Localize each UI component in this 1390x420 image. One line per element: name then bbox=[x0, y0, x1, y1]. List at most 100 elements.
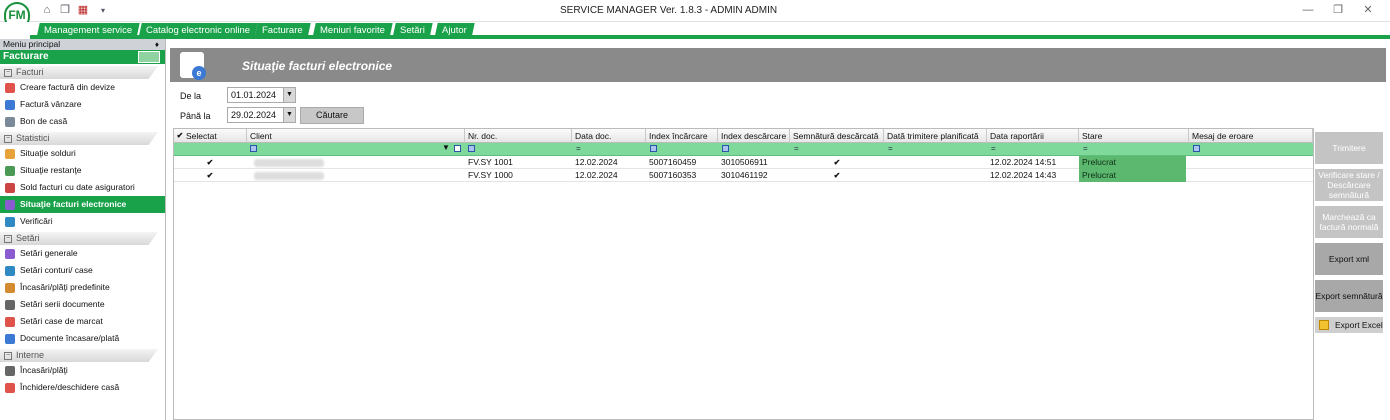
facturare-icon bbox=[138, 51, 160, 63]
row-checkbox[interactable]: ✔ bbox=[206, 159, 214, 167]
sidebar-group[interactable]: − Interne bbox=[0, 349, 165, 362]
copy-icon[interactable]: ❐ bbox=[58, 4, 72, 17]
col-semnatura[interactable]: Semnătură descărcată bbox=[790, 129, 884, 143]
collapse-icon[interactable]: − bbox=[4, 351, 12, 360]
col-data-doc[interactable]: Data doc. bbox=[572, 129, 646, 143]
export-xml-button[interactable]: Export xml bbox=[1315, 243, 1383, 275]
close-icon[interactable]: ✕ bbox=[1360, 3, 1376, 17]
sidebar-item[interactable]: Închidere/deschidere casă bbox=[0, 379, 165, 396]
sidebar-item[interactable]: Setări generale bbox=[0, 245, 165, 262]
filter-data-doc[interactable]: = bbox=[576, 143, 581, 155]
col-data-trimitere[interactable]: Dată trimitere planificată bbox=[884, 129, 987, 143]
menu-item-icon bbox=[5, 366, 15, 376]
collapse-icon[interactable]: − bbox=[4, 134, 12, 143]
menu-item-icon bbox=[5, 166, 15, 176]
export-semnatura-button[interactable]: Export semnătură bbox=[1315, 280, 1383, 312]
status-badge: Prelucrat bbox=[1079, 169, 1186, 182]
sidebar-item[interactable]: Documente încasare/plată bbox=[0, 330, 165, 347]
col-index-incarcare[interactable]: Index încărcare bbox=[646, 129, 718, 143]
col-mesaj-eroare[interactable]: Mesaj de eroare bbox=[1189, 129, 1313, 143]
filter-dropdown-icon[interactable]: ▼ bbox=[442, 144, 450, 152]
menu-item-icon bbox=[5, 249, 15, 259]
collapse-icon[interactable]: − bbox=[4, 68, 12, 77]
menu-management-service[interactable]: Management service bbox=[36, 23, 140, 39]
col-index-descarcare[interactable]: Index descărcare bbox=[718, 129, 790, 143]
semnatura-checkbox[interactable]: ✔ bbox=[833, 159, 841, 167]
to-date-dropdown-icon[interactable]: ▼ bbox=[283, 107, 296, 123]
col-nr-doc[interactable]: Nr. doc. bbox=[465, 129, 572, 143]
filter-inc-icon[interactable] bbox=[650, 145, 657, 152]
pin-icon[interactable]: ♦ bbox=[155, 39, 159, 50]
sidebar-group[interactable]: − Statistici bbox=[0, 132, 165, 145]
sidebar-item[interactable]: Verificări bbox=[0, 213, 165, 230]
trimitere-button[interactable]: Trimitere bbox=[1315, 132, 1383, 164]
cell-data-doc: 12.02.2024 bbox=[575, 157, 618, 167]
filter-client-icon[interactable] bbox=[250, 145, 257, 152]
menu-catalog[interactable]: Catalog electronic online bbox=[138, 23, 258, 39]
dropdown-icon[interactable]: ▾ bbox=[96, 4, 110, 17]
filter-nrdoc-icon[interactable] bbox=[468, 145, 475, 152]
filter-stare[interactable]: = bbox=[1083, 143, 1088, 155]
menu-label: Ajutor bbox=[442, 25, 467, 36]
cell-index-incarcare: 5007160459 bbox=[649, 157, 697, 167]
sidebar-item[interactable]: Creare factură din devize bbox=[0, 79, 165, 96]
filter-raportare[interactable]: = bbox=[991, 143, 996, 155]
row-checkbox[interactable]: ✔ bbox=[206, 172, 214, 180]
col-stare[interactable]: Stare bbox=[1079, 129, 1189, 143]
sidebar-item[interactable]: Încasări/plăţi predefinite bbox=[0, 279, 165, 296]
sidebar-item[interactable]: Încasări/plăţi bbox=[0, 362, 165, 379]
home-icon[interactable]: ⌂ bbox=[40, 4, 54, 17]
menu-item-icon bbox=[5, 283, 15, 293]
menu-facturare[interactable]: Facturare bbox=[254, 23, 311, 39]
sidebar-item-label: Setări case de marcat bbox=[20, 316, 103, 326]
table-row[interactable]: ✔ FV.SY 1000 12.02.2024 5007160353 30104… bbox=[174, 169, 1313, 182]
sidebar-groups: − Facturi Creare factură din devize Factură… bbox=[0, 66, 165, 396]
filter-edit-icon[interactable] bbox=[454, 145, 461, 152]
select-all-checkbox[interactable]: ✔ bbox=[176, 132, 184, 140]
minimize-icon[interactable]: — bbox=[1300, 3, 1316, 17]
excel-icon bbox=[1319, 320, 1329, 330]
group-label: − Interne bbox=[4, 350, 44, 360]
menu-setari[interactable]: Setări bbox=[392, 23, 433, 39]
menu-meniuri-favorite[interactable]: Meniuri favorite bbox=[312, 23, 393, 39]
sidebar-group[interactable]: − Facturi bbox=[0, 66, 165, 79]
menu-ajutor[interactable]: Ajutor bbox=[434, 23, 475, 39]
filter-desc-icon[interactable] bbox=[722, 145, 729, 152]
marcheaza-normala-button[interactable]: Marchează ca factură normală bbox=[1315, 206, 1383, 238]
col-client[interactable]: Client bbox=[247, 129, 465, 143]
menu-item-icon bbox=[5, 149, 15, 159]
sidebar-item[interactable]: Factură vânzare bbox=[0, 96, 165, 113]
menu-item-icon bbox=[5, 300, 15, 310]
menu-label: Management service bbox=[44, 25, 133, 36]
search-button[interactable]: Căutare bbox=[300, 107, 364, 124]
semnatura-checkbox[interactable]: ✔ bbox=[833, 172, 841, 180]
collapse-icon[interactable]: − bbox=[4, 234, 12, 243]
restore-icon[interactable]: ❐ bbox=[1330, 3, 1346, 17]
menu-label: Meniuri favorite bbox=[320, 25, 385, 36]
cell-data-raportarii: 12.02.2024 14:51 bbox=[990, 157, 1057, 167]
calendar-icon[interactable]: ▦ bbox=[76, 4, 90, 17]
sidebar-item[interactable]: Setări conturi/ case bbox=[0, 262, 165, 279]
group-label-text: Facturi bbox=[16, 67, 44, 77]
sidebar-item-label: Situaţie solduri bbox=[20, 148, 76, 158]
sidebar-group[interactable]: − Setări bbox=[0, 232, 165, 245]
sidebar-item-label: Închidere/deschidere casă bbox=[20, 382, 120, 392]
filter-trimitere[interactable]: = bbox=[888, 143, 893, 155]
sidebar-item-label: Factură vânzare bbox=[20, 99, 82, 109]
filter-mesaj-icon[interactable] bbox=[1193, 145, 1200, 152]
sidebar-item[interactable]: Situaţie solduri bbox=[0, 145, 165, 162]
sidebar-item[interactable]: Sold facturi cu date asiguratori bbox=[0, 179, 165, 196]
sidebar-item[interactable]: Situaţie restanţe bbox=[0, 162, 165, 179]
verificare-stare-button[interactable]: Verificare stare / Descărcare semnătură bbox=[1315, 169, 1383, 201]
export-excel-button[interactable]: Export Excel bbox=[1315, 317, 1383, 333]
col-selectat[interactable]: Selectat bbox=[174, 129, 247, 143]
from-date-dropdown-icon[interactable]: ▼ bbox=[283, 87, 296, 103]
sidebar-item[interactable]: Bon de casă bbox=[0, 113, 165, 130]
sidebar-item[interactable]: Setări serii documente bbox=[0, 296, 165, 313]
sidebar-item[interactable]: Situaţie facturi electronice bbox=[0, 196, 165, 213]
col-data-raportarii[interactable]: Data raportării bbox=[987, 129, 1079, 143]
table-row[interactable]: ✔ FV.SY 1001 12.02.2024 5007160459 30105… bbox=[174, 156, 1313, 169]
sidebar-item[interactable]: Setări case de marcat bbox=[0, 313, 165, 330]
filter-semnatura[interactable]: = bbox=[794, 143, 799, 155]
cell-index-descarcare: 3010506911 bbox=[721, 157, 768, 167]
